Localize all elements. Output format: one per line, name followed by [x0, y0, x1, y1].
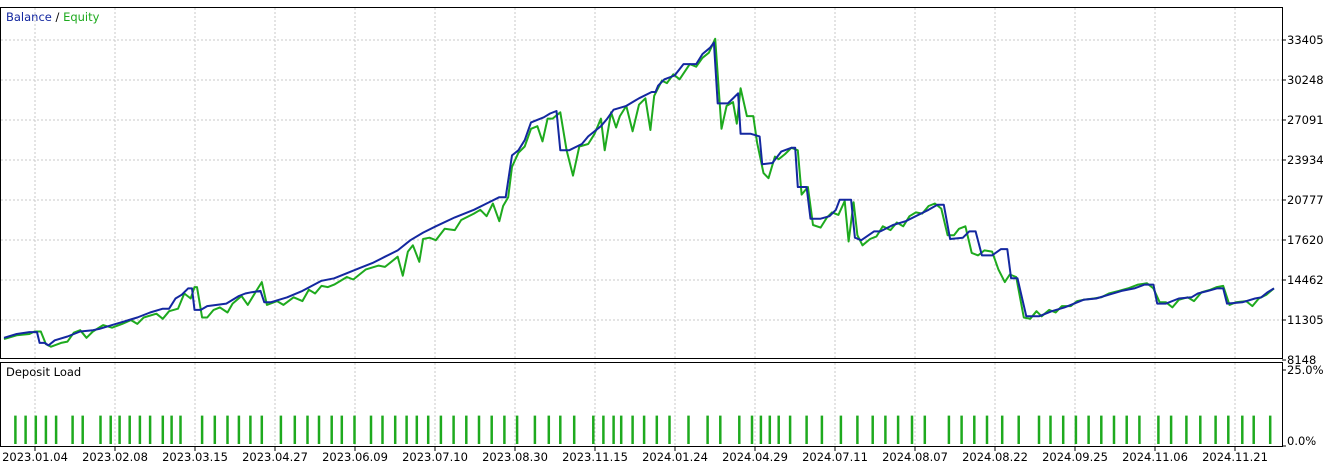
x-axis: 2023.01.04 2023.02.08 2023.03.15 2023.04.27…: [2, 447, 1268, 464]
x-tick-label: 2024.09.25: [1042, 450, 1108, 464]
sub-y-tick-label: 0.0%: [1287, 434, 1316, 448]
sub-y-tick-label: 25.0%: [1287, 363, 1324, 377]
main-y-tick-label: 17620: [1287, 233, 1324, 247]
main-y-tick-label: 27091: [1287, 113, 1324, 127]
legend-equity: Equity: [63, 10, 100, 24]
legend-balance: Balance: [6, 10, 52, 24]
main-y-tick-label: 30248: [1287, 73, 1324, 87]
x-tick-label: 2023.01.04: [2, 450, 68, 464]
x-tick-label: 2024.11.21: [1202, 450, 1268, 464]
x-tick-label: 2023.11.15: [562, 450, 628, 464]
x-tick-label: 2023.04.27: [242, 450, 308, 464]
main-y-tick-label: 33405: [1287, 33, 1324, 47]
x-tick-label: 2023.02.08: [82, 450, 148, 464]
x-tick-label: 2024.11.06: [1122, 450, 1188, 464]
main-y-axis: 33405 30248 27091 23934 20777 17620 14462 11305…: [1282, 33, 1324, 367]
x-tick-label: 2023.07.10: [402, 450, 468, 464]
x-tick-label: 2023.06.09: [322, 450, 388, 464]
chart-legend: Balance / Equity: [6, 10, 100, 24]
main-chart-area: [0, 7, 1283, 359]
x-tick-label: 2024.04.29: [722, 450, 788, 464]
x-tick-label: 2023.03.15: [162, 450, 228, 464]
strategy-tester-report: 33405 30248 27091 23934 20777 17620 14462 11305…: [0, 7, 1324, 464]
x-tick-label: 2024.08.07: [882, 450, 948, 464]
deposit-load-area: [0, 362, 1283, 447]
legend-separator: /: [52, 10, 63, 24]
main-y-tick-label: 20777: [1287, 193, 1324, 207]
x-tick-label: 2024.08.22: [962, 450, 1028, 464]
x-tick-label: 2024.07.11: [802, 450, 868, 464]
deposit-load-title: Deposit Load: [6, 365, 81, 379]
main-y-tick-label: 11305: [1287, 313, 1324, 327]
main-y-tick-label: 23934: [1287, 153, 1324, 167]
main-y-tick-label: 14462: [1287, 273, 1324, 287]
deposit-load-y-axis: 25.0% 0.0%: [1282, 363, 1324, 448]
x-tick-label: 2023.08.30: [482, 450, 548, 464]
x-tick-label: 2024.01.24: [642, 450, 708, 464]
